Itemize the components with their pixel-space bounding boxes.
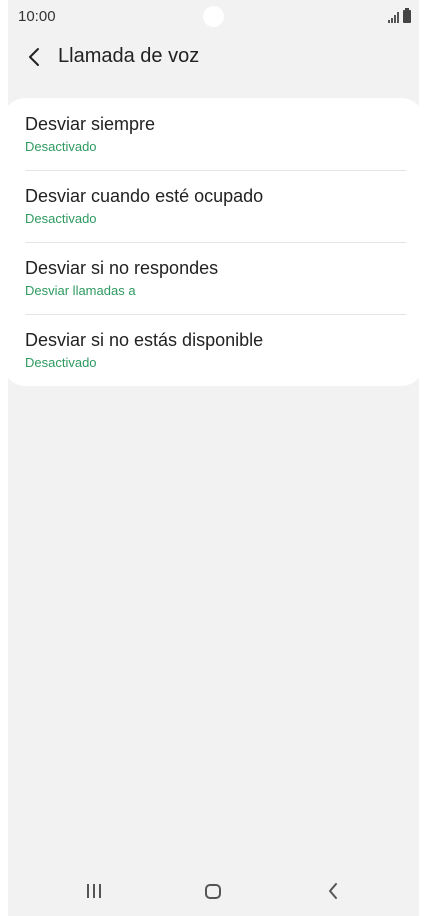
home-button[interactable] (193, 876, 233, 906)
item-title: Desviar siempre (25, 114, 156, 134)
item-title: Desviar si no respondes (25, 258, 219, 278)
phone-screen: 10:00 Llamada de voz Desviar siempre Des… (0, 0, 427, 916)
scroll-indicator[interactable] (422, 144, 427, 280)
recents-icon (87, 884, 101, 898)
navigation-bar (0, 866, 427, 916)
chevron-left-icon (29, 48, 39, 66)
list-item-forward-unavailable[interactable]: Desviar si no estás disponible Desactiva… (25, 314, 407, 386)
call-forwarding-list: Desviar siempre Desactivado Desviar cuan… (2, 98, 425, 386)
page-title: Llamada de voz (58, 45, 200, 67)
list-item-forward-always[interactable]: Desviar siempre Desactivado (25, 98, 407, 170)
item-status: Desviar llamadas a (25, 283, 136, 298)
list-item-forward-no-answer[interactable]: Desviar si no respondes Desviar llamadas… (25, 242, 407, 314)
back-button[interactable] (20, 42, 48, 72)
recents-button[interactable] (74, 876, 114, 906)
item-title: Desviar si no estás disponible (25, 330, 264, 350)
item-title: Desviar cuando esté ocupado (25, 186, 264, 206)
status-icons (388, 8, 411, 23)
status-bar: 10:00 (0, 0, 427, 34)
item-status: Desactivado (25, 211, 97, 226)
item-status: Desactivado (25, 139, 97, 154)
app-header: Llamada de voz (0, 34, 427, 82)
back-icon (329, 883, 337, 899)
item-status: Desactivado (25, 355, 97, 370)
nav-back-button[interactable] (313, 876, 353, 906)
battery-icon (403, 8, 411, 23)
list-item-forward-busy[interactable]: Desviar cuando esté ocupado Desactivado (25, 170, 407, 242)
signal-icon (388, 12, 399, 23)
camera-cutout (203, 6, 224, 27)
home-icon (205, 883, 221, 899)
status-time: 10:00 (18, 8, 56, 25)
